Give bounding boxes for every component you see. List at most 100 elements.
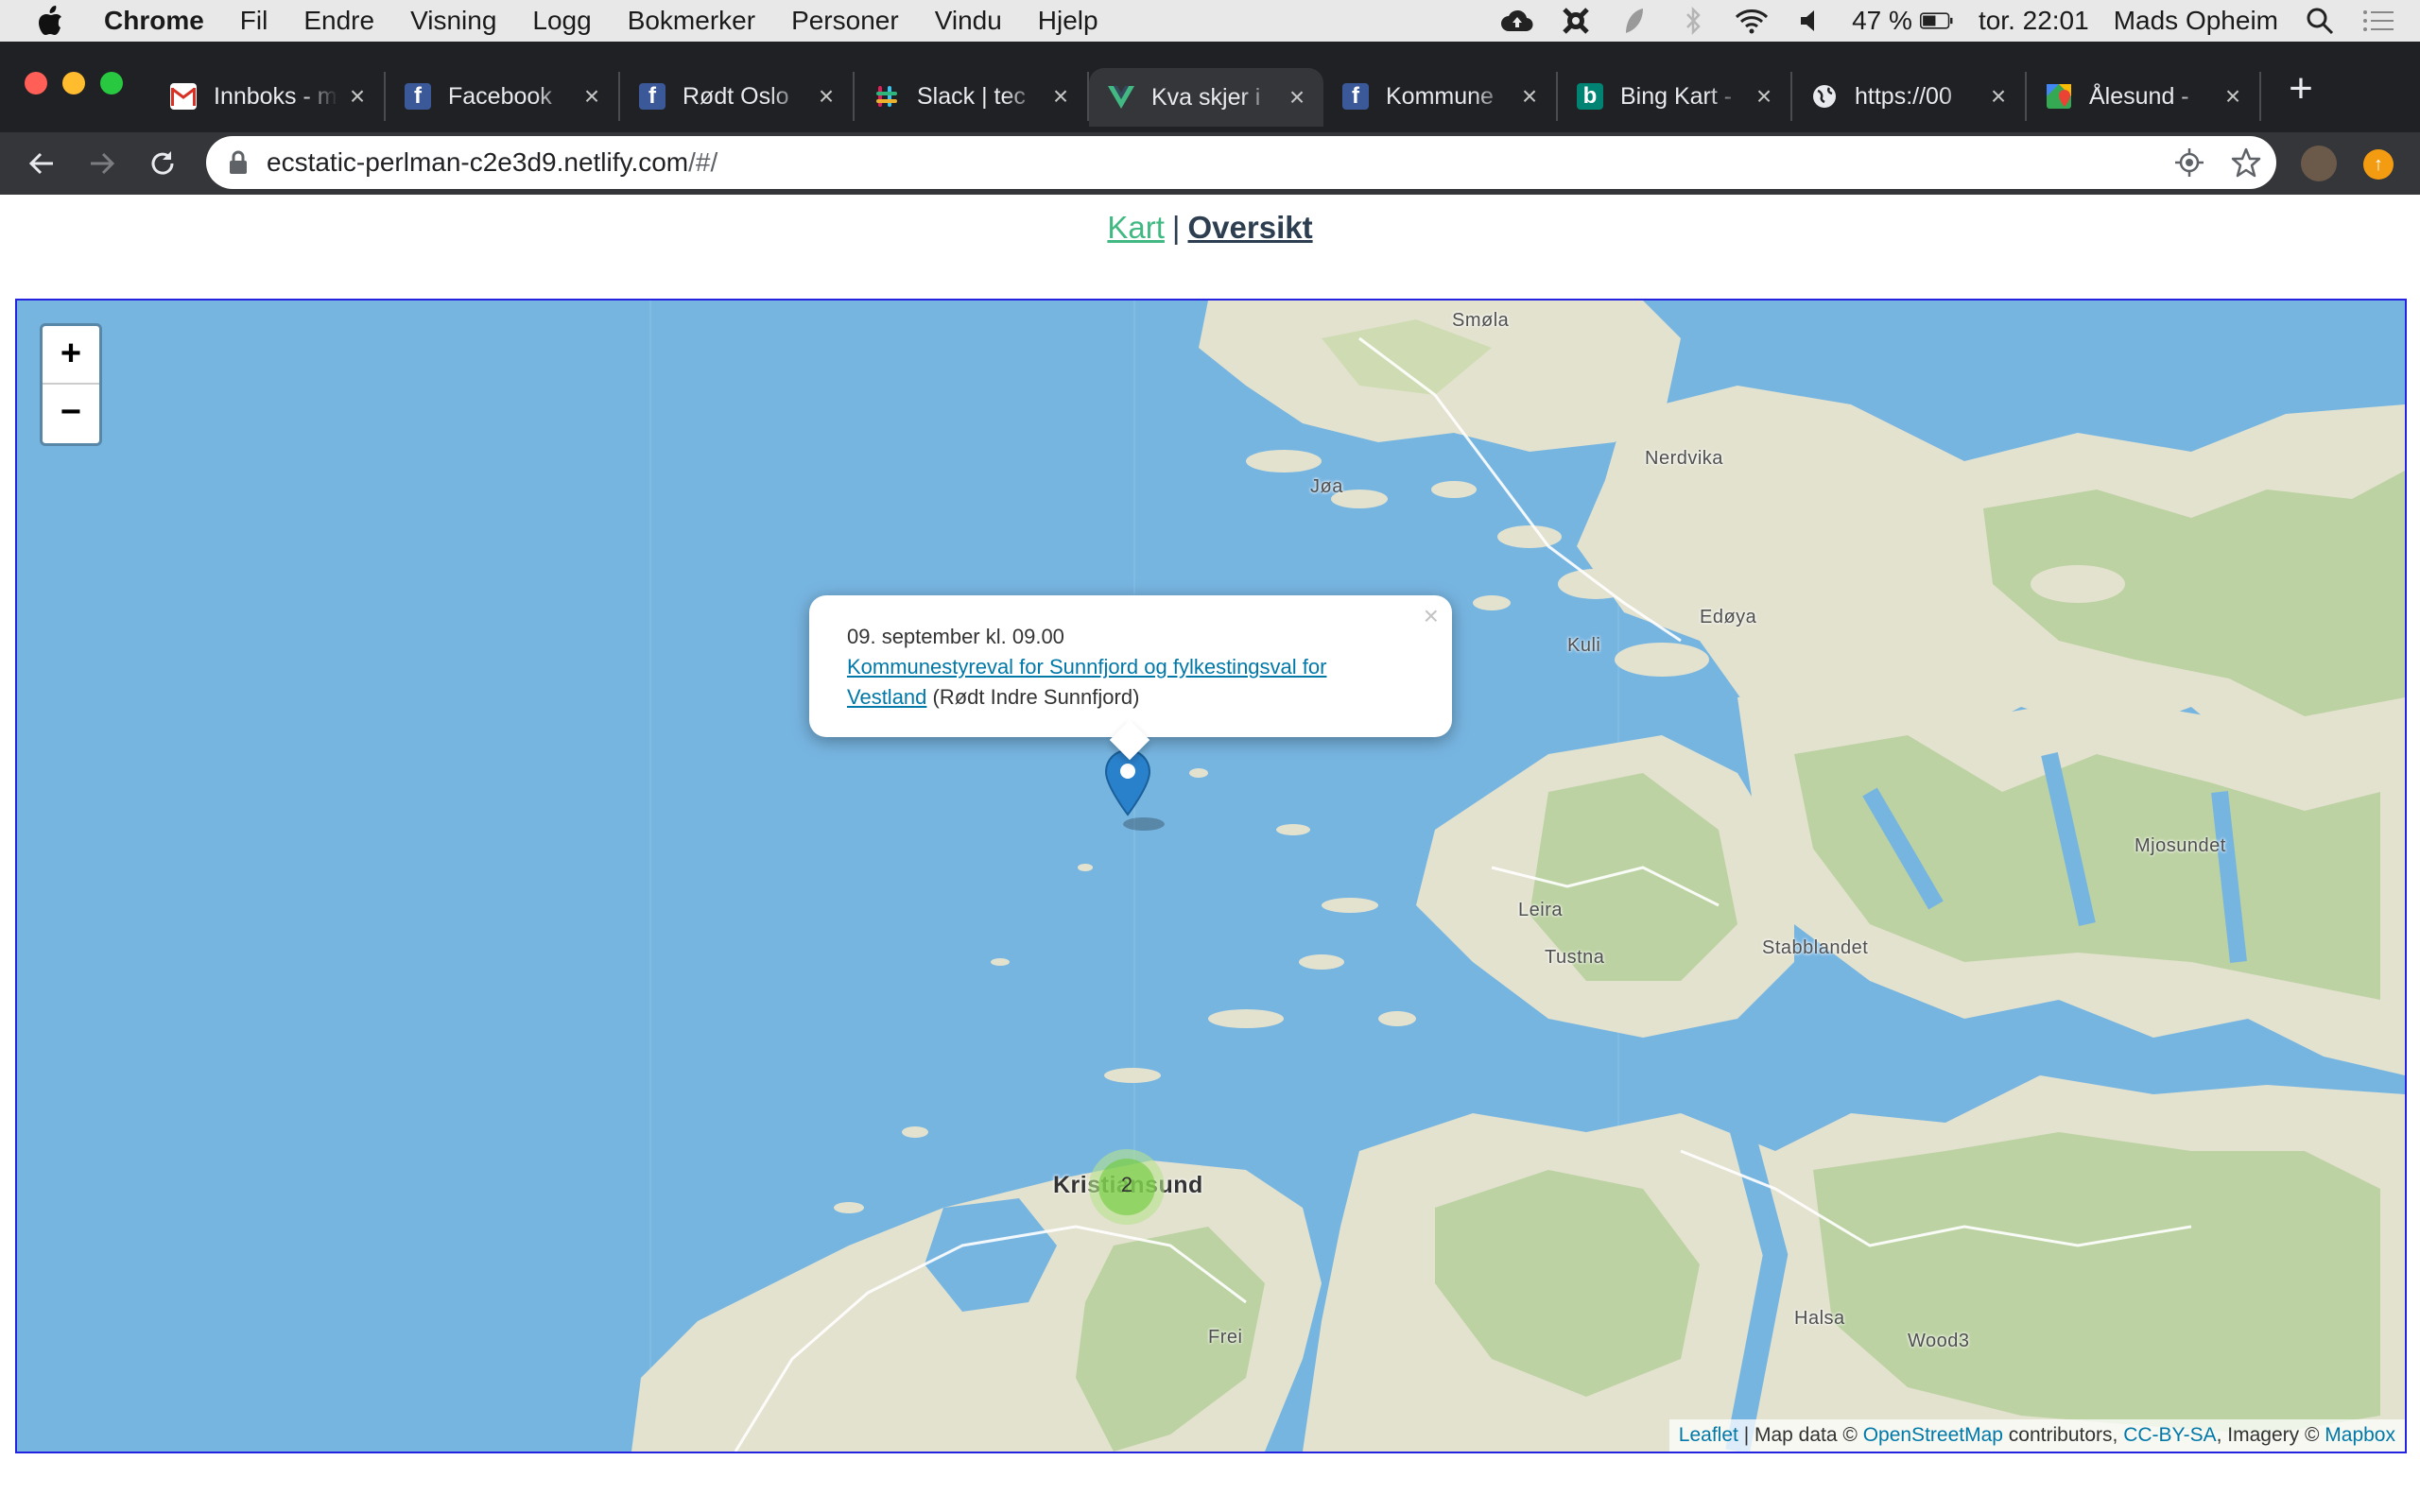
tab-title: Innboks - m xyxy=(214,82,338,111)
mapbox-link[interactable]: Mapbox xyxy=(2325,1424,2395,1446)
map-label-joa: Jøa xyxy=(1310,476,1343,497)
tab-bing-kart[interactable]: b Bing Kart - × xyxy=(1558,72,1792,121)
url-path: /#/ xyxy=(688,147,718,177)
leaflet-link[interactable]: Leaflet xyxy=(1679,1424,1738,1446)
map-attribution: Leaflet | Map data © OpenStreetMap contr… xyxy=(1668,1419,2405,1452)
facebook-icon: f xyxy=(1342,83,1369,110)
tab-title: Rødt Oslo xyxy=(683,82,807,111)
new-tab-button[interactable]: + xyxy=(2280,68,2322,112)
bookmark-star-icon[interactable] xyxy=(2231,147,2261,178)
leaflet-map[interactable]: Smøla Nerdvika Jøa Kuli Edøya Leira Tust… xyxy=(15,299,2407,1453)
map-label-halsa: Halsa xyxy=(1794,1308,1845,1329)
menu-personer[interactable]: Personer xyxy=(791,6,899,36)
map-marker-icon[interactable] xyxy=(1104,748,1170,838)
gmail-icon xyxy=(170,83,197,110)
reload-button[interactable] xyxy=(144,145,182,182)
event-date: 09. september kl. 09.00 xyxy=(847,625,1064,648)
close-tab-icon[interactable]: × xyxy=(1985,81,2012,112)
close-tab-icon[interactable]: × xyxy=(344,81,371,112)
openstreetmap-link[interactable]: OpenStreetMap xyxy=(1863,1424,2003,1446)
chrome-tab-strip: Innboks - m × f Facebook × f Rødt Oslo ×… xyxy=(0,42,2420,132)
close-tab-icon[interactable]: × xyxy=(1284,82,1310,112)
google-maps-icon xyxy=(2046,83,2072,110)
menu-hjelp[interactable]: Hjelp xyxy=(1038,6,1098,36)
spotlight-search-icon[interactable] xyxy=(2303,6,2337,36)
close-tab-icon[interactable]: × xyxy=(1516,81,1543,112)
facebook-icon: f xyxy=(639,83,666,110)
clock[interactable]: tor. 22:01 xyxy=(1979,6,2089,36)
volume-icon[interactable] xyxy=(1793,6,1827,36)
attribution-text-3: , Imagery © xyxy=(2216,1424,2325,1446)
tab-slack[interactable]: Slack | tec × xyxy=(855,72,1089,121)
tab-https[interactable]: https://00 × xyxy=(1792,72,2027,121)
facebook-icon: f xyxy=(405,83,431,110)
close-tab-icon[interactable]: × xyxy=(579,81,605,112)
menu-logg[interactable]: Logg xyxy=(532,6,591,36)
location-target-icon[interactable] xyxy=(2174,147,2204,178)
cloud-upload-icon[interactable] xyxy=(1500,6,1534,36)
map-label-edoya: Edøya xyxy=(1700,607,1757,627)
page-navigation: Kart | Oversikt xyxy=(0,210,2420,246)
menu-bokmerker[interactable]: Bokmerker xyxy=(628,6,755,36)
map-label-wood3: Wood3 xyxy=(1908,1331,1970,1351)
popup-close-button[interactable]: × xyxy=(1424,601,1439,631)
battery-icon[interactable] xyxy=(1919,6,1954,36)
close-tab-icon[interactable]: × xyxy=(1047,81,1074,112)
maximize-window-button[interactable] xyxy=(100,72,123,94)
tab-title: Ålesund - xyxy=(2089,82,2214,111)
slack-icon xyxy=(873,83,900,110)
tab-kva-skjer-active[interactable]: Kva skjer i × xyxy=(1089,68,1323,127)
lock-icon xyxy=(230,150,247,174)
zoom-out-button[interactable]: − xyxy=(43,385,99,441)
menu-visning[interactable]: Visning xyxy=(410,6,496,36)
url-host: ecstatic-perlman-c2e3d9.netlify.com xyxy=(267,147,689,177)
back-button[interactable] xyxy=(23,145,60,182)
battery-percentage: 47 % xyxy=(1852,6,1912,35)
minimize-window-button[interactable] xyxy=(62,72,85,94)
wifi-icon[interactable] xyxy=(1735,6,1769,36)
tab-rodt-oslo[interactable]: f Rødt Oslo × xyxy=(620,72,855,121)
close-tab-icon[interactable]: × xyxy=(2220,81,2246,112)
tab-facebook[interactable]: f Facebook × xyxy=(386,72,620,121)
tab-kommune[interactable]: f Kommune × xyxy=(1323,72,1558,121)
menu-endre[interactable]: Endre xyxy=(303,6,374,36)
menu-fil[interactable]: Fil xyxy=(240,6,268,36)
zoom-in-button[interactable]: + xyxy=(43,326,99,385)
tab-title: https://00 xyxy=(1855,82,1979,111)
apple-menu-icon[interactable] xyxy=(36,4,66,38)
vue-icon xyxy=(1108,84,1134,111)
close-tab-icon[interactable]: × xyxy=(813,81,839,112)
leaf-icon[interactable] xyxy=(1617,6,1651,36)
nav-link-kart[interactable]: Kart xyxy=(1107,210,1165,245)
attribution-text-2: contributors, xyxy=(2002,1424,2124,1446)
license-link[interactable]: CC-BY-SA xyxy=(2123,1424,2216,1446)
bing-icon: b xyxy=(1577,83,1603,110)
map-label-nerdvika: Nerdvika xyxy=(1645,448,1723,469)
nav-link-oversikt[interactable]: Oversikt xyxy=(1188,210,1313,245)
macos-menu-bar: Chrome Fil Endre Visning Logg Bokmerker … xyxy=(0,0,2420,42)
event-organizer: (Rødt Indre Sunnfjord) xyxy=(932,685,1140,709)
map-tiles[interactable] xyxy=(17,301,2405,1452)
tab-title: Kommune xyxy=(1386,82,1511,111)
tab-title: Bing Kart - xyxy=(1620,82,1745,111)
map-label-leira: Leira xyxy=(1518,900,1563,920)
gear-extension-icon[interactable] xyxy=(1559,6,1593,36)
map-label-kuli: Kuli xyxy=(1567,635,1601,656)
close-tab-icon[interactable]: × xyxy=(1751,81,1777,112)
address-bar[interactable]: ecstatic-perlman-c2e3d9.netlify.com/#/ xyxy=(206,136,2276,189)
tab-alesund[interactable]: Ålesund - × xyxy=(2027,72,2261,121)
extension-icon[interactable]: ↑ xyxy=(2363,149,2394,180)
tab-gmail[interactable]: Innboks - m × xyxy=(151,72,386,121)
app-name-menu[interactable]: Chrome xyxy=(104,6,204,36)
tab-title: Facebook xyxy=(448,82,573,111)
close-window-button[interactable] xyxy=(25,72,47,94)
zoom-control: + − xyxy=(40,323,102,446)
menu-vindu[interactable]: Vindu xyxy=(935,6,1002,36)
marker-cluster[interactable]: 2 xyxy=(1089,1149,1165,1225)
user-name[interactable]: Mads Opheim xyxy=(2114,6,2278,36)
attribution-text-1: | Map data © xyxy=(1737,1424,1863,1446)
profile-avatar[interactable] xyxy=(2301,146,2337,181)
notification-center-icon[interactable] xyxy=(2361,6,2395,36)
bluetooth-icon[interactable] xyxy=(1676,6,1710,36)
forward-button[interactable] xyxy=(83,145,121,182)
